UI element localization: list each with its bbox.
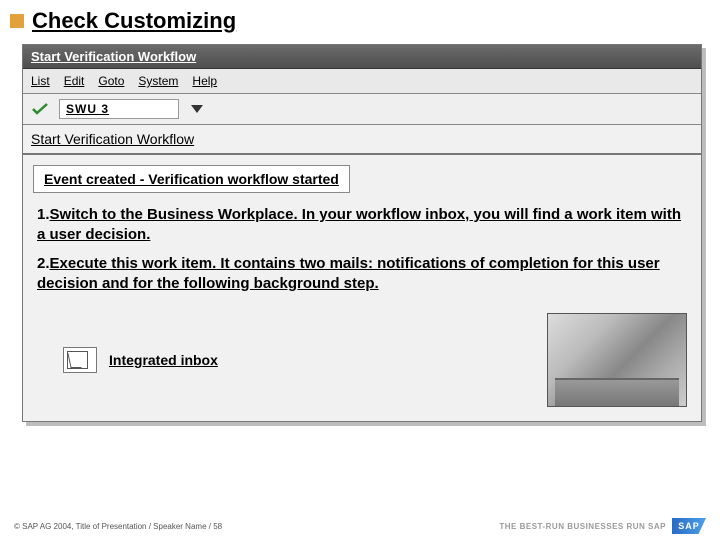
sap-logo: SAP <box>672 518 706 534</box>
menu-goto[interactable]: Goto <box>98 74 124 88</box>
application-window: Start Verification Workflow List Edit Go… <box>22 44 702 422</box>
slide-footer: © SAP AG 2004, Title of Presentation / S… <box>0 518 720 534</box>
slide-title: Check Customizing <box>32 8 236 34</box>
instruction-step-2: 2. Execute this work item. It contains t… <box>37 254 685 293</box>
footer-copyright: © SAP AG 2004, Title of Presentation / S… <box>14 522 222 531</box>
transaction-code-field[interactable]: SWU 3 <box>59 99 179 119</box>
tagline-text: THE BEST-RUN BUSINESSES RUN SAP <box>499 522 666 531</box>
lower-row: Integrated inbox <box>23 307 701 413</box>
window-titlebar: Start Verification Workflow <box>23 45 701 69</box>
slide-header: Check Customizing <box>0 0 720 40</box>
footer-tagline: THE BEST-RUN BUSINESSES RUN SAP SAP <box>499 518 706 534</box>
menu-list[interactable]: List <box>31 74 50 88</box>
dropdown-icon[interactable] <box>189 103 205 115</box>
inbox-icon <box>63 347 97 373</box>
screen-subtitle: Start Verification Workflow <box>23 125 701 155</box>
inbox-label: Integrated inbox <box>109 352 218 368</box>
instruction-block: 1. Switch to the Business Workplace. In … <box>23 203 701 307</box>
checkmark-icon[interactable] <box>31 102 49 116</box>
menu-system[interactable]: System <box>138 74 178 88</box>
header-bullet-icon <box>10 14 24 28</box>
toolbar: SWU 3 <box>23 94 701 125</box>
menu-bar: List Edit Goto System Help <box>23 69 701 94</box>
menu-help[interactable]: Help <box>192 74 217 88</box>
menu-edit[interactable]: Edit <box>64 74 85 88</box>
instruction-step-1: 1. Switch to the Business Workplace. In … <box>37 205 685 244</box>
copyright-text: © SAP AG 2004, Title of Presentation / S… <box>14 522 222 531</box>
status-message: Event created - Verification workflow st… <box>33 165 350 193</box>
illustration-photo <box>547 313 687 407</box>
